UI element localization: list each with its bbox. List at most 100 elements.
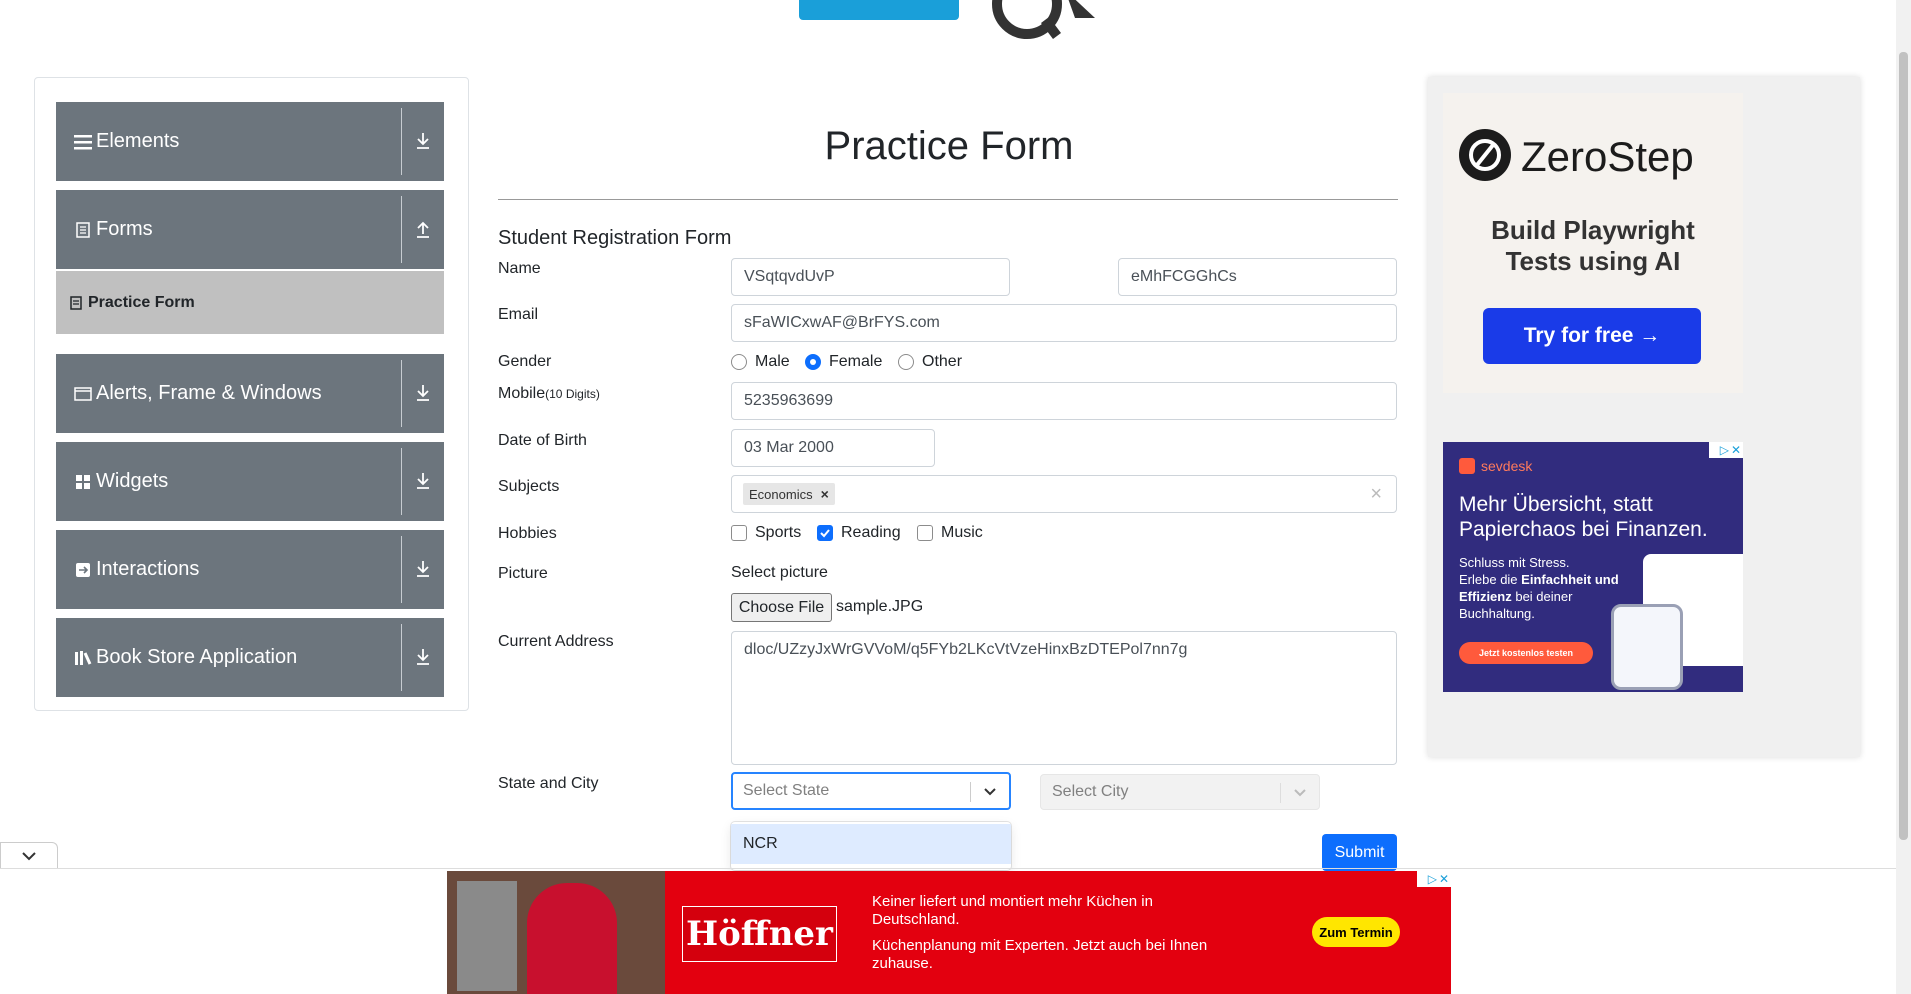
gender-female-radio[interactable] (805, 354, 821, 370)
gender-label: Gender (498, 353, 552, 370)
download-arrow-icon[interactable] (412, 643, 434, 671)
gender-male-radio[interactable] (731, 354, 747, 370)
subjects-label: Subjects (498, 478, 560, 495)
sidebar-group-label: Book Store Application (96, 646, 298, 668)
mobile-label: Mobile(10 Digits) (498, 385, 600, 402)
hoeffner-logo: Höffner (682, 906, 837, 962)
try-for-free-button[interactable]: Try for free → (1483, 308, 1701, 364)
chevron-down-icon (1294, 789, 1306, 797)
sidebar-group-label: Forms (96, 218, 153, 240)
adchoices-icon[interactable]: ▷ ✕ (1709, 442, 1743, 458)
current-address-textarea[interactable]: dloc/UZzyJxWrGVVoM/q5FYb2LKcVtVzeHinxBzD… (731, 631, 1397, 765)
hobby-sports-checkbox[interactable] (731, 525, 747, 541)
remove-chip-icon[interactable]: × (821, 486, 829, 502)
select-picture-label: Select picture (731, 564, 828, 581)
list-icon (74, 133, 92, 151)
chevron-down-icon[interactable] (983, 787, 997, 797)
ad-photo-image (447, 871, 665, 994)
hobby-reading-label[interactable]: Reading (841, 524, 901, 542)
zum-termin-button[interactable]: Zum Termin (1312, 917, 1400, 947)
sevdesk-ad[interactable]: ▷ ✕ sevdesk Mehr Übersicht, statt Papierc… (1443, 442, 1743, 692)
sevdesk-cta-button[interactable]: Jetzt kostenlos testen (1459, 642, 1593, 664)
download-arrow-icon[interactable] (412, 555, 434, 583)
hoeffner-line2: Küchenplanung mit Experten. Jetzt auch b… (872, 937, 1208, 972)
mobile-hint: (10 Digits) (545, 387, 600, 401)
sidebar-group-label: Widgets (96, 470, 169, 492)
subject-chip: Economics × (743, 483, 835, 505)
ad-collapse-toggle[interactable] (0, 842, 58, 869)
city-select[interactable]: Select City (1040, 774, 1320, 810)
dob-label: Date of Birth (498, 432, 587, 449)
sidebar-group-interactions[interactable]: Interactions (56, 530, 444, 609)
date-of-birth-input[interactable]: 03 Mar 2000 (731, 429, 935, 467)
sidebar-group-label: Alerts, Frame & Windows (96, 382, 322, 404)
document-icon (74, 221, 92, 239)
submit-button[interactable]: Submit (1322, 834, 1397, 871)
hobby-sports-label[interactable]: Sports (755, 524, 801, 542)
check-icon (820, 529, 830, 538)
sidebar-group-widgets[interactable]: Widgets (56, 442, 444, 521)
hobbies-label: Hobbies (498, 525, 557, 542)
form-title: Student Registration Form (498, 227, 732, 249)
download-arrow-icon[interactable] (412, 467, 434, 495)
sidebar: Elements Forms Practice Form Alerts, Fra… (34, 77, 469, 711)
state-city-label: State and City (498, 775, 599, 792)
page-title: Practice Form (824, 124, 1074, 168)
phone-mockup-image (1611, 604, 1683, 690)
name-label: Name (498, 260, 541, 277)
zerostep-headline: Build Playwright Tests using AI (1491, 215, 1695, 276)
widgets-icon (74, 473, 92, 491)
file-name: sample.JPG (836, 598, 924, 615)
sevdesk-headline: Mehr Übersicht, statt Papierchaos bei Fi… (1459, 493, 1708, 541)
toolsqa-logo[interactable] (795, 0, 1115, 44)
gender-other-label[interactable]: Other (922, 353, 962, 371)
picture-label: Picture (498, 565, 548, 582)
hobby-music-label[interactable]: Music (941, 524, 983, 542)
scrollbar-thumb[interactable] (1899, 52, 1908, 840)
sevdesk-brand: sevdesk (1481, 458, 1533, 474)
state-option-ncr[interactable]: NCR (731, 824, 1011, 864)
window-icon (74, 385, 92, 403)
choose-file-button[interactable]: Choose File (731, 593, 832, 622)
hoeffner-line1: Keiner liefert und montiert mehr Küchen … (872, 893, 1153, 928)
sidebar-item-label: Practice Form (88, 293, 195, 311)
download-arrow-icon[interactable] (412, 379, 434, 407)
gender-other-radio[interactable] (898, 354, 914, 370)
sidebar-group-alerts[interactable]: Alerts, Frame & Windows (56, 354, 444, 433)
sidebar-group-label: Interactions (96, 558, 200, 580)
email-label: Email (498, 306, 539, 323)
ad-divider (0, 868, 1896, 869)
gender-male-label[interactable]: Male (755, 353, 790, 371)
divider (498, 199, 1398, 200)
first-name-input[interactable]: VSqtqvdUvP (731, 258, 1010, 296)
gender-female-label[interactable]: Female (829, 353, 882, 371)
chevron-down-icon (22, 852, 36, 861)
hobby-music-checkbox[interactable] (917, 525, 933, 541)
clear-icon[interactable]: × (1370, 483, 1382, 506)
zerostep-ad[interactable]: ZeroStep Build Playwright Tests using AI… (1443, 93, 1743, 393)
hobby-reading-checkbox[interactable] (817, 525, 833, 541)
sidebar-item-practice-form[interactable]: Practice Form (56, 271, 444, 334)
download-arrow-icon[interactable] (412, 127, 434, 155)
email-input[interactable]: sFaWICxwAF@BrFYS.com (731, 304, 1397, 342)
upload-arrow-icon[interactable] (412, 215, 434, 243)
sevdesk-body: Schluss mit Stress. Erlebe die Einfachhe… (1459, 555, 1619, 621)
zerostep-brand: ZeroStep (1521, 133, 1694, 180)
address-label: Current Address (498, 633, 614, 650)
books-icon (74, 649, 92, 667)
last-name-input[interactable]: eMhFCGGhCs (1118, 258, 1397, 296)
close-icon[interactable]: ✕ (1731, 443, 1741, 457)
document-icon (70, 295, 82, 310)
mobile-input[interactable]: 5235963699 (731, 382, 1397, 420)
interaction-icon (74, 561, 92, 579)
subjects-input[interactable]: Economics × × (731, 475, 1397, 513)
sevdesk-logo-icon (1459, 458, 1475, 474)
adchoices-icon[interactable]: ▷ ✕ (1417, 871, 1451, 887)
close-icon[interactable]: ✕ (1439, 872, 1449, 886)
sidebar-group-forms[interactable]: Forms (56, 190, 444, 269)
sidebar-group-elements[interactable]: Elements (56, 102, 444, 181)
state-select[interactable]: Select State (731, 772, 1011, 810)
hoeffner-ad[interactable]: Höffner Keiner liefert und montiert mehr… (447, 871, 1451, 994)
sidebar-group-label: Elements (96, 130, 180, 152)
sidebar-group-book-store[interactable]: Book Store Application (56, 618, 444, 697)
